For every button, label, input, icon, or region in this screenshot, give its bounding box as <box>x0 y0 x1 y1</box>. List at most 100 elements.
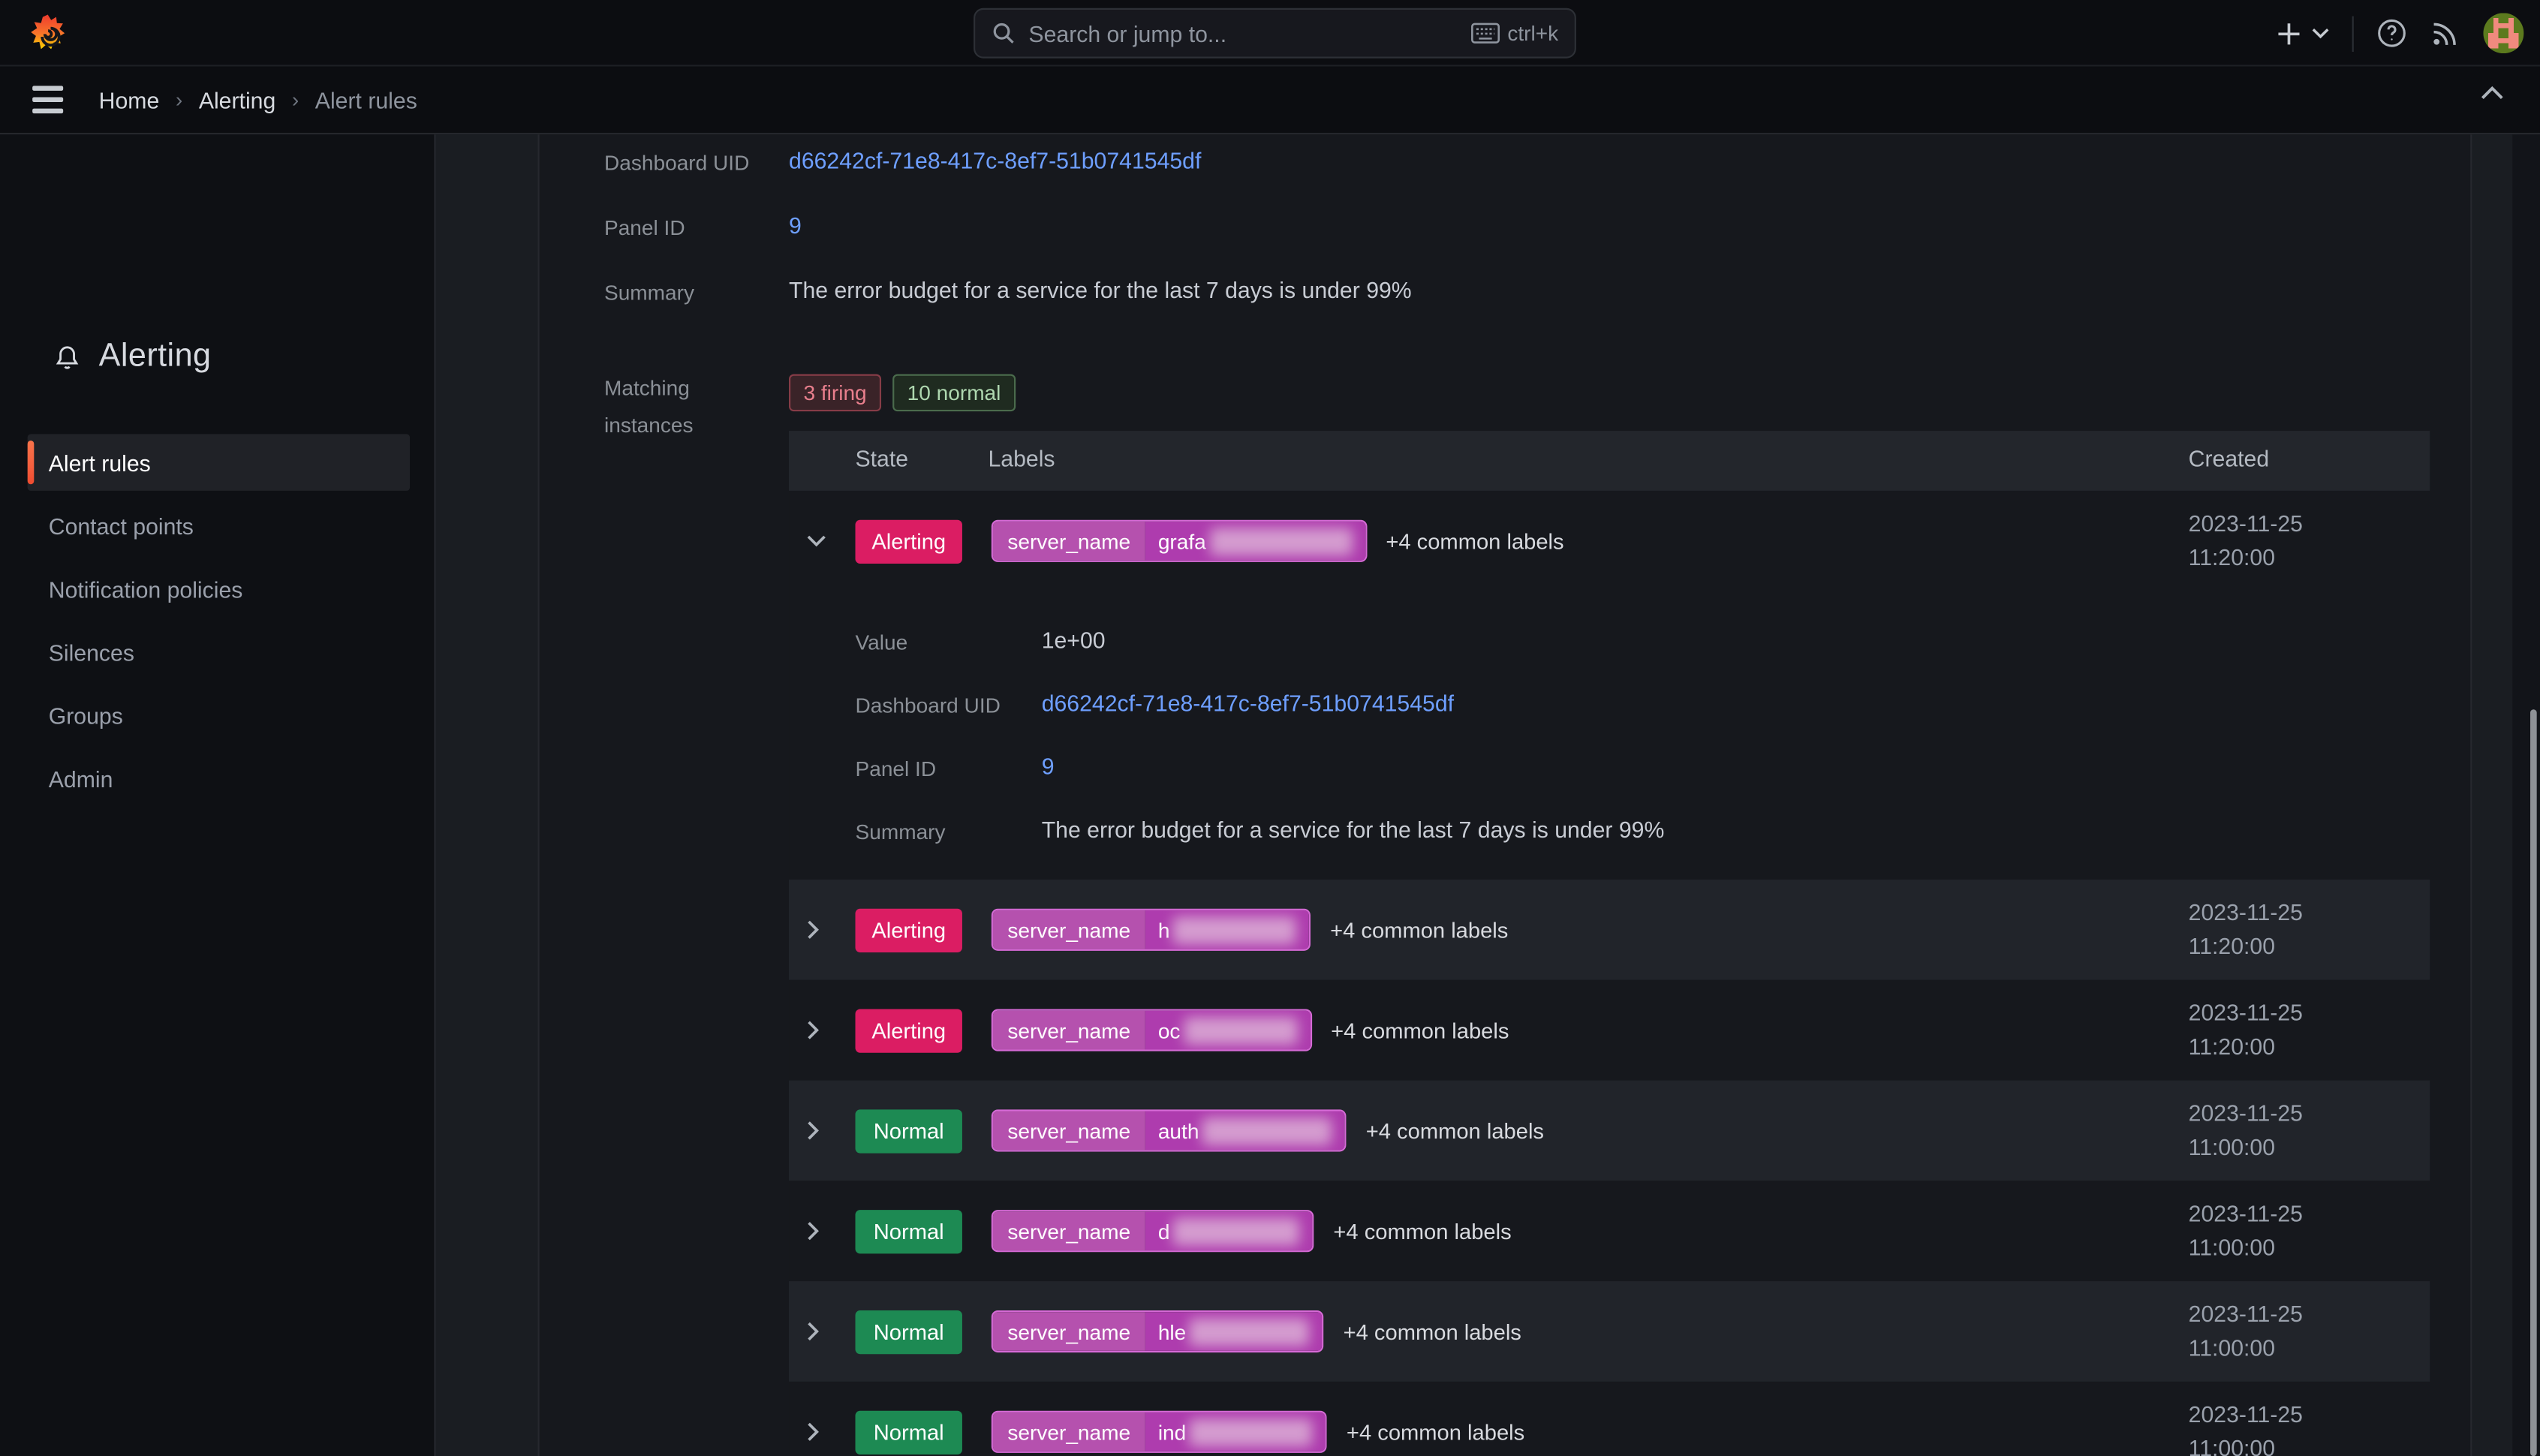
instances-table: State Labels Created Alerting server_nam… <box>789 431 2430 1456</box>
chevron-right-icon[interactable] <box>807 1121 829 1140</box>
help-icon[interactable] <box>2376 18 2407 49</box>
chevron-right-icon[interactable] <box>807 1021 829 1040</box>
table-row[interactable]: Alerting server_name oc +4 common labels… <box>789 980 2430 1081</box>
matching-instances-label: Matching instances <box>604 369 734 444</box>
label-key: server_name <box>993 1312 1145 1351</box>
table-row[interactable]: Alerting server_name h +4 common labels … <box>789 880 2430 980</box>
label-pill: server_name auth <box>992 1109 1347 1151</box>
menu-toggle-icon[interactable] <box>32 86 63 113</box>
state-badge: Normal <box>856 1410 962 1454</box>
sidebar-item-silences[interactable]: Silences <box>28 624 410 681</box>
summary-text: The error budget for a service for the l… <box>1042 817 1665 844</box>
column-header-state: State <box>856 445 909 471</box>
collapse-header-icon[interactable] <box>2480 86 2504 100</box>
label-value: auth <box>1145 1111 1345 1150</box>
grafana-logo-icon[interactable] <box>28 13 68 53</box>
sidebar-item-label: Contact points <box>49 513 194 539</box>
label-value: d <box>1145 1211 1313 1250</box>
label-value: grafa <box>1145 522 1365 561</box>
panel-id-link[interactable]: 9 <box>1042 754 1055 781</box>
page-edge <box>2512 134 2540 1456</box>
breadcrumb-alerting[interactable]: Alerting <box>199 86 275 113</box>
search-shortcut: ctrl+k <box>1507 21 1558 45</box>
sidebar-title: Alerting <box>99 338 212 376</box>
sidebar-alerting: Alerting Alert rules Contact points Noti… <box>0 134 436 1456</box>
field-label: Summary <box>856 817 1042 844</box>
detail-field-dashboard-uid: Dashboard UID d66242cf-71e8-417c-8ef7-51… <box>856 690 2430 717</box>
sidebar-item-contact-points[interactable]: Contact points <box>28 498 410 555</box>
chevron-down-icon[interactable] <box>807 534 829 547</box>
label-pill: server_name h <box>992 909 1311 951</box>
nav-divider <box>2352 16 2354 51</box>
sidebar-item-label: Silences <box>49 639 134 665</box>
created-cell: 2023-11-25 11:00:00 <box>2189 1397 2303 1456</box>
table-row[interactable]: Normal server_name hle +4 common labels … <box>789 1281 2430 1382</box>
detail-field-summary: Summary The error budget for a service f… <box>856 817 2430 844</box>
chevron-down-icon <box>2312 28 2330 39</box>
table-row[interactable]: Normal server_name auth +4 common labels… <box>789 1080 2430 1181</box>
chevron-right-icon[interactable] <box>807 1221 829 1241</box>
sidebar-item-label: Admin <box>49 766 113 792</box>
grafana-app: Search or jump to... ctrl+k <box>0 0 2540 1456</box>
label-key: server_name <box>993 1011 1145 1050</box>
normal-count-badge: 10 normal <box>892 375 1016 412</box>
firing-count-badge: 3 firing <box>789 375 881 412</box>
column-header-labels: Labels <box>988 445 1055 471</box>
table-row[interactable]: Normal server_name d +4 common labels 20… <box>789 1181 2430 1281</box>
state-badge: Normal <box>856 1109 962 1152</box>
chevron-right-icon[interactable] <box>807 920 829 940</box>
value-text: 1e+00 <box>1042 627 1106 654</box>
created-cell: 2023-11-25 11:20:00 <box>2189 507 2303 576</box>
sidebar-item-notification-policies[interactable]: Notification policies <box>28 561 410 618</box>
dashboard-uid-link[interactable]: d66242cf-71e8-417c-8ef7-51b0741545df <box>789 147 1201 175</box>
common-labels-text: +4 common labels <box>1386 529 1563 553</box>
common-labels-text: +4 common labels <box>1333 1219 1511 1243</box>
label-key: server_name <box>993 910 1145 949</box>
news-rss-icon[interactable] <box>2430 18 2460 49</box>
created-cell: 2023-11-25 11:00:00 <box>2189 1197 2303 1265</box>
user-avatar[interactable] <box>2483 13 2523 53</box>
label-key: server_name <box>993 522 1145 561</box>
breadcrumb-home[interactable]: Home <box>99 86 160 113</box>
label-pill: server_name ind <box>992 1411 1327 1453</box>
label-key: server_name <box>993 1211 1145 1250</box>
state-badge: Alerting <box>856 1008 962 1051</box>
add-button[interactable] <box>2276 20 2329 47</box>
state-badge: Normal <box>856 1310 962 1353</box>
label-value: ind <box>1145 1412 1326 1451</box>
table-row[interactable]: Normal server_name ind +4 common labels … <box>789 1382 2430 1456</box>
search-input[interactable]: Search or jump to... ctrl+k <box>974 8 1576 59</box>
common-labels-text: +4 common labels <box>1366 1118 1544 1142</box>
redacted-value <box>1184 1016 1297 1044</box>
label-value: oc <box>1145 1011 1311 1050</box>
chevron-right-icon[interactable] <box>807 1322 829 1341</box>
detail-field-value: Value 1e+00 <box>856 627 2430 654</box>
created-cell: 2023-11-25 11:00:00 <box>2189 1298 2303 1366</box>
redacted-value <box>1173 1217 1299 1245</box>
breadcrumb-current: Alert rules <box>315 86 417 113</box>
vertical-scrollbar[interactable] <box>2530 709 2537 1456</box>
detail-field-panel-id: Panel ID 9 <box>856 754 2430 781</box>
chevron-right-icon[interactable] <box>807 1422 829 1442</box>
sidebar-item-alert-rules[interactable]: Alert rules <box>28 434 410 491</box>
label-pill: server_name oc <box>992 1009 1311 1051</box>
state-badge: Normal <box>856 1209 962 1253</box>
common-labels-text: +4 common labels <box>1344 1319 1521 1343</box>
summary-text: The error budget for a service for the l… <box>789 277 1412 305</box>
label-value: hle <box>1145 1312 1323 1351</box>
sidebar-item-admin[interactable]: Admin <box>28 750 410 807</box>
created-cell: 2023-11-25 11:00:00 <box>2189 1097 2303 1165</box>
dashboard-uid-link[interactable]: d66242cf-71e8-417c-8ef7-51b0741545df <box>1042 690 1454 717</box>
breadcrumb: Home › Alerting › Alert rules <box>99 86 417 113</box>
field-label: Dashboard UID <box>604 147 789 175</box>
label-pill: server_name d <box>992 1210 1314 1252</box>
sidebar-item-groups[interactable]: Groups <box>28 687 410 744</box>
redacted-value <box>1190 1318 1310 1346</box>
table-row[interactable]: Alerting server_name grafa +4 common lab… <box>789 491 2430 880</box>
active-accent-bar <box>28 441 35 484</box>
redacted-value <box>1190 1418 1313 1445</box>
redacted-value <box>1209 527 1352 555</box>
sidebar-item-label: Notification policies <box>49 576 243 602</box>
state-badge: Alerting <box>856 908 962 952</box>
panel-id-link[interactable]: 9 <box>789 212 802 240</box>
